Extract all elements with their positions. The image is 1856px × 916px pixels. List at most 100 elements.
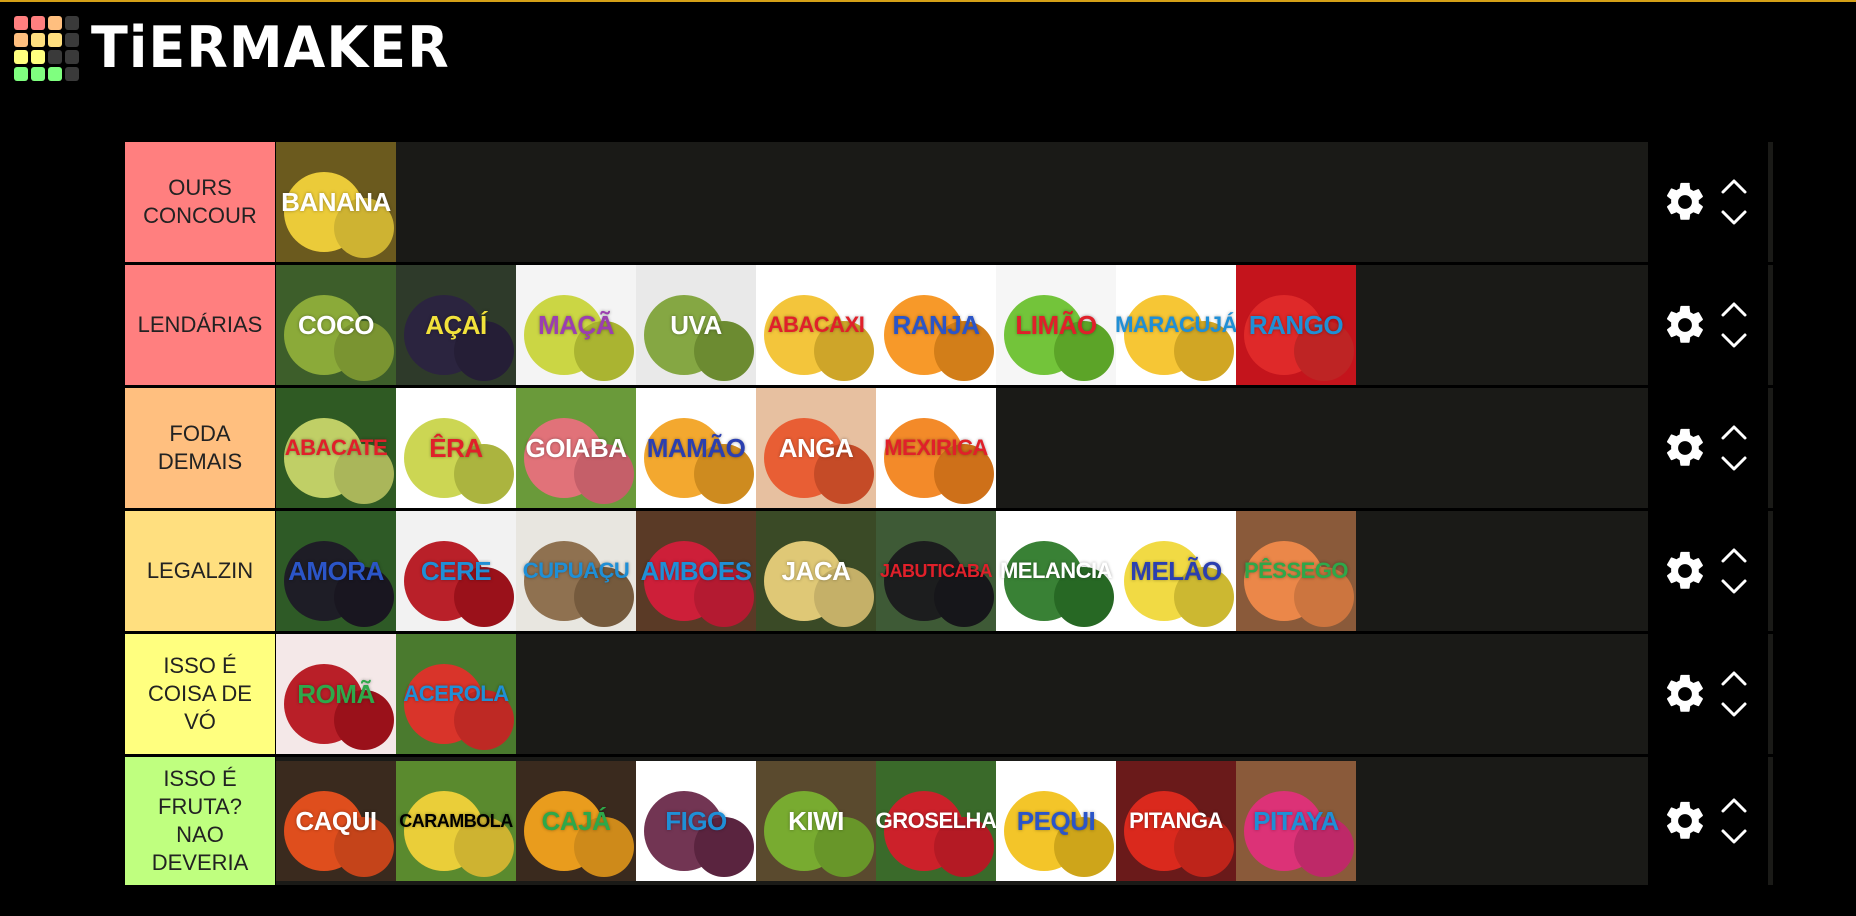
- item-name-label: ABACAXI: [767, 312, 865, 337]
- tier-item-card[interactable]: PITANGA: [1116, 761, 1236, 881]
- tier-item-card[interactable]: PITAYA: [1236, 761, 1356, 881]
- tier-item-card[interactable]: CERE: [396, 511, 516, 631]
- item-name-label: MAÇÃ: [538, 309, 615, 340]
- item-name-label: JACA: [781, 555, 851, 586]
- tier-item-card[interactable]: MELANCIA: [996, 511, 1116, 631]
- item-name-label: CERE: [420, 555, 492, 586]
- tier-item-card[interactable]: CUPUAÇU: [516, 511, 636, 631]
- logo-square: [14, 15, 28, 30]
- tier-board: OURS CONCOUR BANANA LENDÁRIAS COCO AÇAÍ MAÇÃ U…: [125, 142, 1773, 885]
- tier-row: ISSO É COISA DE VÓ ROMÃ ACEROLA: [125, 634, 1773, 754]
- settings-gear-icon[interactable]: [1662, 302, 1708, 348]
- tier-label[interactable]: LENDÁRIAS: [125, 265, 275, 385]
- logo-square: [65, 66, 79, 81]
- tier-row: FODA DEMAIS ABACATE ÊRA GOIABA MAMÃO ANGA MEXI…: [125, 388, 1773, 508]
- tier-items-dropzone[interactable]: ABACATE ÊRA GOIABA MAMÃO ANGA MEXIRICA: [275, 388, 1648, 508]
- tier-item-card[interactable]: GROSELHA: [876, 761, 996, 881]
- tier-item-card[interactable]: PÊSSEGO: [1236, 511, 1356, 631]
- logo-square: [48, 15, 62, 30]
- tier-item-card[interactable]: MEXIRICA: [876, 388, 996, 508]
- tier-item-card[interactable]: JACA: [756, 511, 876, 631]
- top-accent-line: [0, 0, 1856, 2]
- logo-square: [31, 15, 45, 30]
- settings-gear-icon[interactable]: [1662, 671, 1708, 717]
- chevron-up-icon[interactable]: [1720, 669, 1748, 687]
- logo-square: [65, 32, 79, 47]
- logo-square: [31, 66, 45, 81]
- tier-label[interactable]: ISSO É COISA DE VÓ: [125, 634, 275, 754]
- item-name-label: MELANCIA: [999, 558, 1113, 583]
- item-name-label: RANGO: [1248, 309, 1344, 340]
- item-name-label: PITANGA: [1129, 808, 1223, 833]
- item-name-label: KIWI: [788, 805, 844, 836]
- tier-item-card[interactable]: COCO: [276, 265, 396, 385]
- tier-item-card[interactable]: CAJÁ: [516, 761, 636, 881]
- tier-item-card[interactable]: AMORA: [276, 511, 396, 631]
- tier-item-card[interactable]: ABACATE: [276, 388, 396, 508]
- chevron-down-icon[interactable]: [1720, 332, 1748, 350]
- settings-gear-icon[interactable]: [1662, 798, 1708, 844]
- item-name-label: GOIABA: [525, 432, 628, 463]
- tier-item-card[interactable]: MARACUJÁ: [1116, 265, 1236, 385]
- tier-item-card[interactable]: AÇAÍ: [396, 265, 516, 385]
- tier-items-dropzone[interactable]: CAQUI CARAMBOLA CAJÁ FIGO KIWI GROSELHA PEQUI P…: [275, 757, 1648, 885]
- tier-label[interactable]: OURS CONCOUR: [125, 142, 275, 262]
- logo-square: [48, 66, 62, 81]
- tier-item-card[interactable]: ÊRA: [396, 388, 516, 508]
- item-name-label: BANANA: [281, 186, 391, 217]
- tier-item-card[interactable]: JABUTICABA: [876, 511, 996, 631]
- tier-item-card[interactable]: PEQUI: [996, 761, 1116, 881]
- tier-items-dropzone[interactable]: COCO AÇAÍ MAÇÃ UVA ABACAXI RANJA LIMÃO MARACUJÁ…: [275, 265, 1648, 385]
- chevron-down-icon[interactable]: [1720, 578, 1748, 596]
- tier-items-dropzone[interactable]: AMORA CERE CUPUAÇU AMBOES JACA JABUTICABA MELA…: [275, 511, 1648, 631]
- tier-label[interactable]: ISSO É FRUTA? NAO DEVERIA: [125, 757, 275, 885]
- chevron-up-icon[interactable]: [1720, 423, 1748, 441]
- chevron-up-icon[interactable]: [1720, 796, 1748, 814]
- tier-item-card[interactable]: ABACAXI: [756, 265, 876, 385]
- tier-row: LEGALZIN AMORA CERE CUPUAÇU AMBOES JACA JABUTI…: [125, 511, 1773, 631]
- logo-square: [65, 49, 79, 64]
- tier-label[interactable]: FODA DEMAIS: [125, 388, 275, 508]
- tier-item-card[interactable]: RANGO: [1236, 265, 1356, 385]
- chevron-down-icon[interactable]: [1720, 828, 1748, 846]
- tier-controls: [1648, 388, 1768, 508]
- tier-items-dropzone[interactable]: ROMÃ ACEROLA: [275, 634, 1648, 754]
- settings-gear-icon[interactable]: [1662, 425, 1708, 471]
- tier-controls: [1648, 142, 1768, 262]
- settings-gear-icon[interactable]: [1662, 179, 1708, 225]
- tier-items-dropzone[interactable]: BANANA: [275, 142, 1648, 262]
- logo-square: [31, 49, 45, 64]
- logo-grid-icon: [14, 15, 79, 81]
- tier-item-card[interactable]: ROMÃ: [276, 634, 396, 754]
- tier-item-card[interactable]: KIWI: [756, 761, 876, 881]
- chevron-up-icon[interactable]: [1720, 546, 1748, 564]
- tier-item-card[interactable]: MAMÃO: [636, 388, 756, 508]
- settings-gear-icon[interactable]: [1662, 548, 1708, 594]
- tier-item-card[interactable]: AMBOES: [636, 511, 756, 631]
- tier-item-card[interactable]: CAQUI: [276, 761, 396, 881]
- chevron-down-icon[interactable]: [1720, 209, 1748, 227]
- tier-item-card[interactable]: MAÇÃ: [516, 265, 636, 385]
- item-name-label: ÊRA: [429, 432, 483, 463]
- chevron-down-icon[interactable]: [1720, 701, 1748, 719]
- tier-item-card[interactable]: BANANA: [276, 142, 396, 262]
- tier-item-card[interactable]: ACEROLA: [396, 634, 516, 754]
- item-name-label: MAMÃO: [646, 432, 746, 463]
- tier-item-card[interactable]: LIMÃO: [996, 265, 1116, 385]
- tier-label[interactable]: LEGALZIN: [125, 511, 275, 631]
- tier-item-card[interactable]: FIGO: [636, 761, 756, 881]
- item-name-label: CAJÁ: [541, 805, 611, 836]
- tier-item-card[interactable]: RANJA: [876, 265, 996, 385]
- tier-item-card[interactable]: MELÃO: [1116, 511, 1236, 631]
- chevron-up-icon[interactable]: [1720, 300, 1748, 318]
- chevron-up-icon[interactable]: [1720, 177, 1748, 195]
- tiermaker-logo[interactable]: TiERMAKER: [14, 14, 450, 82]
- tier-item-card[interactable]: UVA: [636, 265, 756, 385]
- chevron-down-icon[interactable]: [1720, 455, 1748, 473]
- tier-item-card[interactable]: GOIABA: [516, 388, 636, 508]
- tier-item-card[interactable]: ANGA: [756, 388, 876, 508]
- tier-row: LENDÁRIAS COCO AÇAÍ MAÇÃ UVA ABACAXI RANJA LIMÃ…: [125, 265, 1773, 385]
- tier-item-card[interactable]: CARAMBOLA: [396, 761, 516, 881]
- item-name-label: PITAYA: [1253, 805, 1339, 836]
- logo-square: [14, 32, 28, 47]
